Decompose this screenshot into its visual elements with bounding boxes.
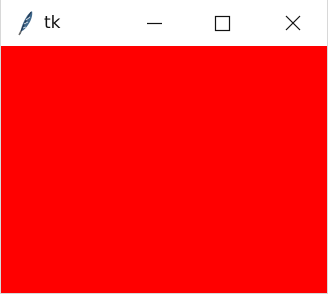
maximize-button[interactable] [199,0,245,46]
feather-icon[interactable] [15,10,35,36]
minimize-button[interactable] [131,0,177,46]
close-button[interactable] [269,0,315,46]
window-title: tk [44,13,61,33]
title-bar[interactable]: tk [1,0,327,46]
app-window: tk [0,0,328,294]
window-content-area[interactable] [1,46,327,293]
